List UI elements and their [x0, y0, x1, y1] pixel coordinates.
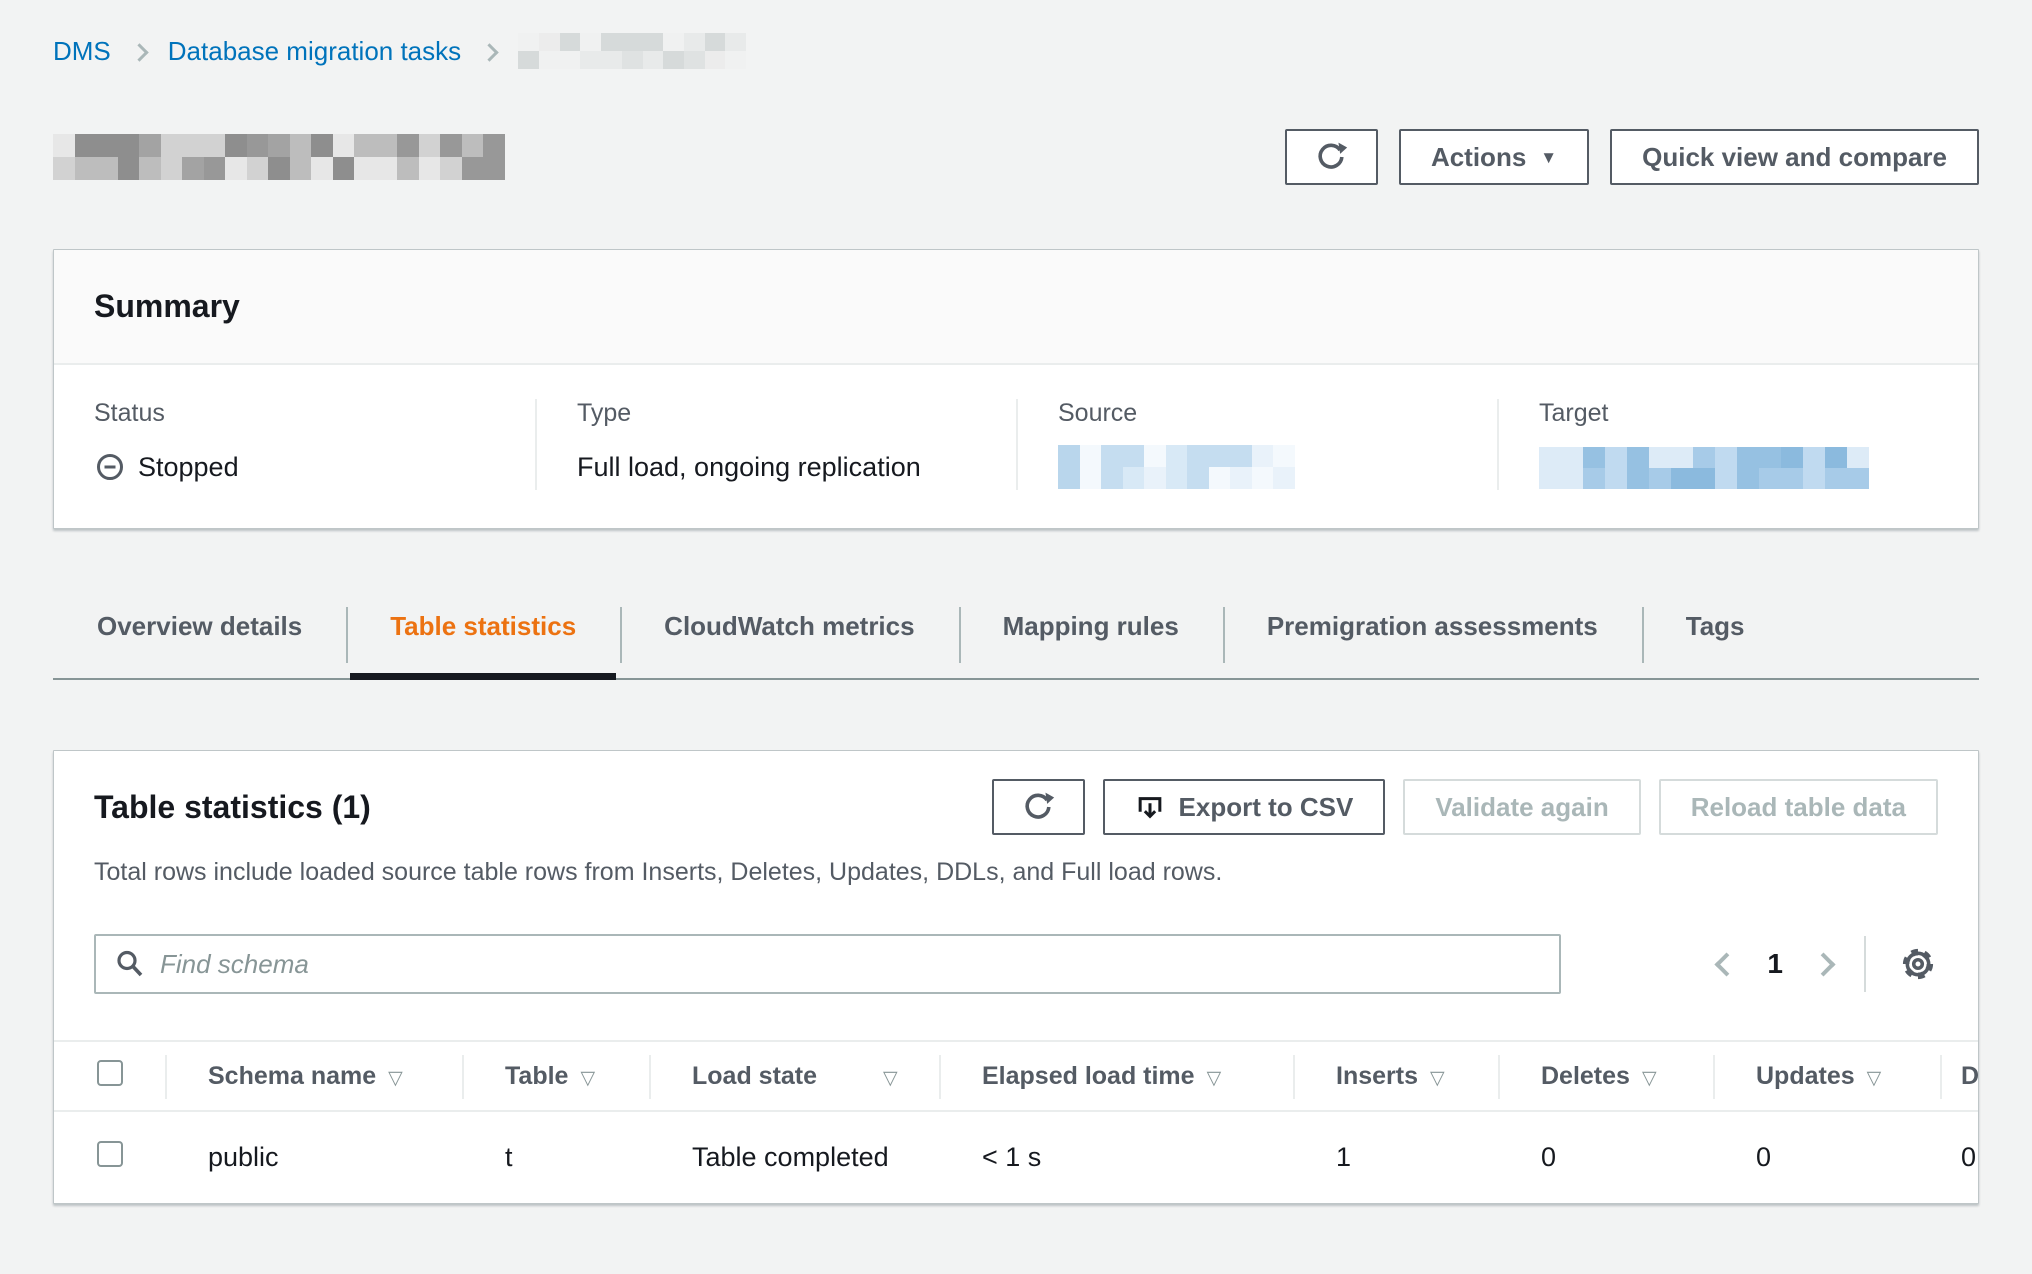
table-header-row: Schema name▽ Table▽ Load state▽ Elapsed … — [54, 1041, 1978, 1111]
summary-card-header: Summary — [54, 250, 1978, 365]
refresh-icon — [1021, 790, 1055, 824]
summary-field-type: Type Full load, ongoing replication — [535, 399, 1016, 490]
column-header-schema-name[interactable]: Schema name▽ — [166, 1041, 463, 1111]
chevron-right-icon — [480, 43, 498, 61]
settings-button[interactable] — [1898, 944, 1938, 984]
sort-icon[interactable]: ▽ — [883, 1068, 898, 1089]
actions-button-label: Actions — [1431, 142, 1526, 173]
summary-field-target: Target — [1497, 399, 1978, 490]
quick-view-compare-button[interactable]: Quick view and compare — [1610, 129, 1979, 185]
actions-button[interactable]: Actions ▼ — [1399, 129, 1589, 185]
cell-schema-name: public — [166, 1111, 463, 1203]
target-label: Target — [1539, 399, 1938, 428]
page-header: Actions ▼ Quick view and compare — [53, 129, 1979, 185]
download-icon — [1135, 792, 1165, 822]
source-label: Source — [1058, 399, 1457, 428]
export-to-csv-button[interactable]: Export to CSV — [1103, 779, 1386, 835]
summary-card: Summary Status Stopped Type Full load, o… — [53, 249, 1979, 529]
breadcrumb-link-migration-tasks[interactable]: Database migration tasks — [168, 36, 461, 67]
current-page-number: 1 — [1761, 948, 1789, 980]
row-checkbox[interactable] — [97, 1141, 123, 1167]
column-header-elapsed-load-time[interactable]: Elapsed load time▽ — [940, 1041, 1294, 1111]
tab-overview-details[interactable]: Overview details — [53, 599, 346, 678]
reload-table-data-button[interactable]: Reload table data — [1659, 779, 1938, 835]
cell-load-state: Table completed — [650, 1111, 940, 1203]
column-header-ddls[interactable]: DDLs▽ — [1941, 1041, 1978, 1111]
cell-elapsed-load-time: < 1 s — [940, 1111, 1294, 1203]
export-to-csv-label: Export to CSV — [1179, 792, 1354, 823]
select-all-checkbox[interactable] — [97, 1060, 123, 1086]
column-header-load-state[interactable]: Load state▽ — [650, 1041, 940, 1111]
column-header-inserts[interactable]: Inserts▽ — [1294, 1041, 1499, 1111]
source-value-redacted — [1058, 445, 1295, 489]
table-statistics-card: Table statistics (1) Export to CSV — [53, 750, 1979, 1204]
cell-inserts: 1 — [1294, 1111, 1499, 1203]
find-schema-search — [94, 934, 1561, 994]
previous-page-icon[interactable] — [1715, 952, 1739, 976]
status-label: Status — [94, 399, 495, 428]
table-row: public t Table completed < 1 s 1 0 0 0 — [54, 1111, 1978, 1203]
refresh-icon — [1314, 140, 1348, 174]
next-page-icon[interactable] — [1811, 952, 1835, 976]
tab-cloudwatch-metrics[interactable]: CloudWatch metrics — [620, 599, 958, 678]
sort-icon[interactable]: ▽ — [1430, 1068, 1445, 1089]
tab-tags[interactable]: Tags — [1642, 599, 1789, 678]
table-refresh-button[interactable] — [992, 779, 1085, 835]
tab-mapping-rules[interactable]: Mapping rules — [959, 599, 1223, 678]
target-value-redacted — [1539, 447, 1869, 489]
breadcrumb-link-dms[interactable]: DMS — [53, 36, 111, 67]
tab-table-statistics[interactable]: Table statistics — [346, 599, 620, 678]
sort-icon[interactable]: ▽ — [580, 1068, 595, 1089]
cell-table: t — [463, 1111, 650, 1203]
breadcrumb: DMS Database migration tasks — [53, 33, 1979, 69]
type-label: Type — [577, 399, 976, 428]
page-title-redacted — [53, 134, 505, 180]
validate-again-label: Validate again — [1435, 792, 1608, 823]
cell-deletes: 0 — [1499, 1111, 1714, 1203]
gear-icon — [1899, 945, 1937, 983]
column-header-deletes[interactable]: Deletes▽ — [1499, 1041, 1714, 1111]
refresh-button[interactable] — [1285, 129, 1378, 185]
summary-title: Summary — [94, 288, 1938, 325]
caret-down-icon: ▼ — [1540, 149, 1557, 166]
breadcrumb-current-redacted — [518, 33, 746, 69]
column-header-table[interactable]: Table▽ — [463, 1041, 650, 1111]
chevron-right-icon — [130, 43, 148, 61]
tab-premigration-assessments[interactable]: Premigration assessments — [1223, 599, 1642, 678]
detail-tabs: Overview details Table statistics CloudW… — [53, 599, 1979, 680]
column-header-updates[interactable]: Updates▽ — [1714, 1041, 1941, 1111]
summary-field-source: Source — [1016, 399, 1497, 490]
search-icon — [114, 948, 146, 980]
status-value: Stopped — [138, 452, 239, 483]
circle-minus-stopped-icon — [94, 451, 126, 483]
type-value: Full load, ongoing replication — [577, 452, 921, 483]
cell-updates: 0 — [1714, 1111, 1941, 1203]
validate-again-button[interactable]: Validate again — [1403, 779, 1640, 835]
divider — [1864, 936, 1866, 992]
table-statistics-description: Total rows include loaded source table r… — [94, 857, 1938, 888]
cell-ddls: 0 — [1941, 1111, 1978, 1203]
sort-icon[interactable]: ▽ — [1642, 1068, 1657, 1089]
pagination: 1 — [1718, 936, 1938, 992]
table-statistics-table: Schema name▽ Table▽ Load state▽ Elapsed … — [54, 1040, 1978, 1203]
sort-icon[interactable]: ▽ — [1867, 1068, 1882, 1089]
sort-icon[interactable]: ▽ — [1207, 1068, 1222, 1089]
quick-view-compare-label: Quick view and compare — [1642, 142, 1947, 173]
table-statistics-title: Table statistics (1) — [94, 789, 371, 826]
summary-field-status: Status Stopped — [54, 399, 535, 490]
sort-icon[interactable]: ▽ — [388, 1068, 403, 1089]
reload-table-data-label: Reload table data — [1691, 792, 1906, 823]
search-input[interactable] — [94, 934, 1561, 994]
